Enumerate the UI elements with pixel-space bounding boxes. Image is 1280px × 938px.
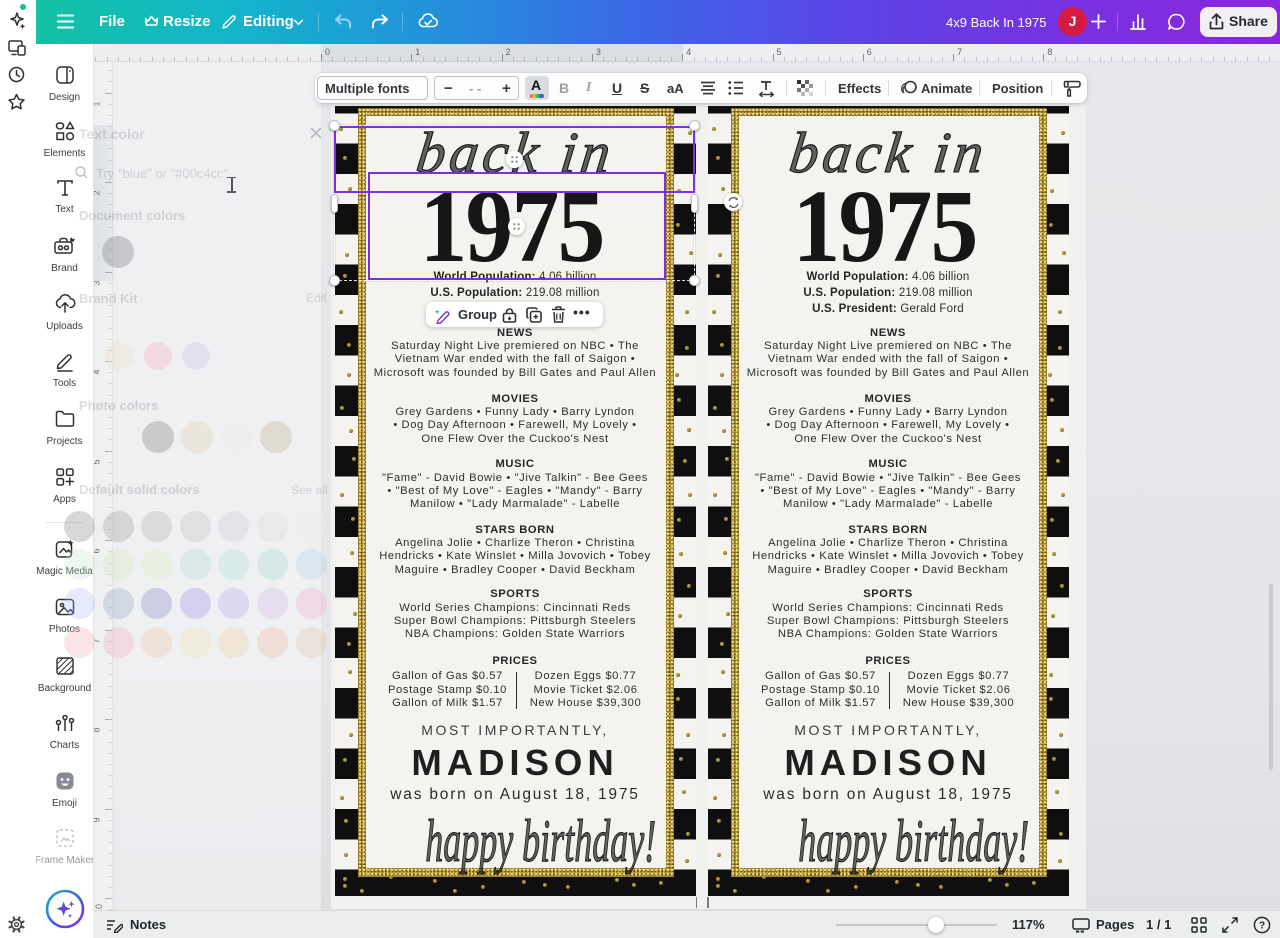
svg-text:?: ? bbox=[1259, 921, 1265, 932]
